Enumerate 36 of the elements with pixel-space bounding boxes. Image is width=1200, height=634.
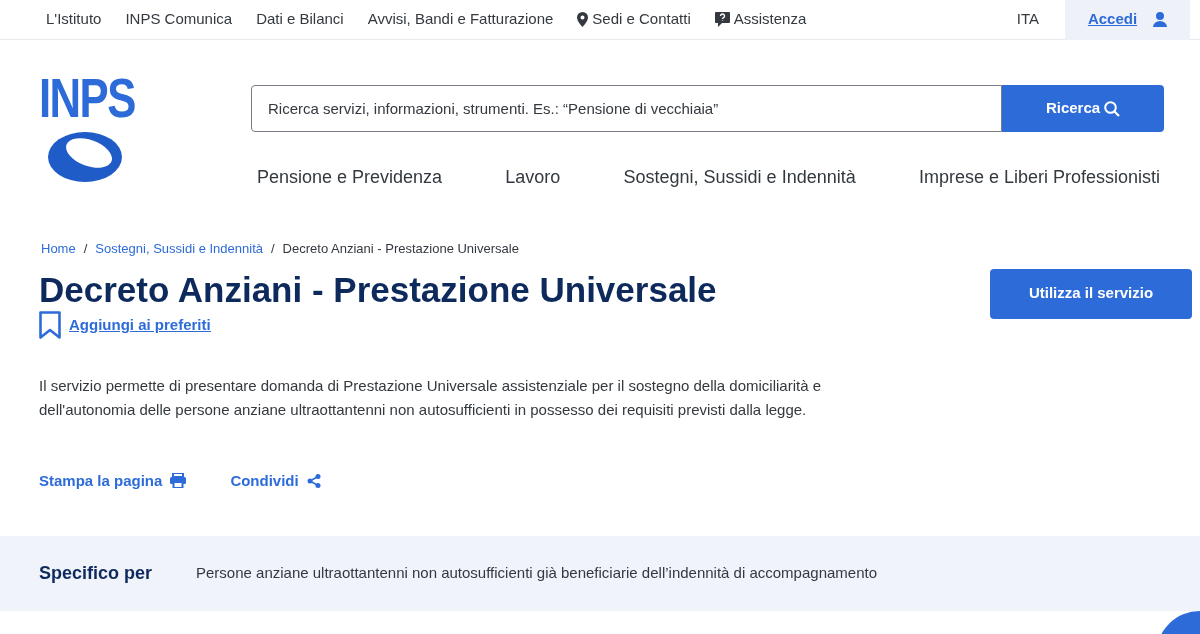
bookmark-icon [39, 310, 61, 340]
top-nav-link[interactable]: Sedi e Contatti [577, 8, 691, 31]
search-field[interactable]: Ricerca servizi, informazioni, strumenti. Es.: “Pensione di vecchiaia” [251, 85, 1002, 132]
location-pin-icon [577, 12, 589, 27]
main-nav-link[interactable]: Imprese e Liberi Professionisti [918, 164, 1160, 191]
top-nav-link[interactable]: INPS Comunica [125, 8, 233, 31]
breadcrumb-current: Decreto Anziani - Prestazione Universale [282, 240, 519, 258]
section-text: Persone anziane ultraottantenni non autosufficienti già beneficiarie dell’indennità di accompagnamento [196, 563, 878, 584]
breadcrumb-link[interactable]: Home [41, 239, 76, 259]
breadcrumb-separator: / [83, 240, 88, 258]
user-icon [1153, 12, 1168, 27]
printer-icon [170, 473, 187, 489]
use-service-button[interactable]: Utilizza il servizio [990, 268, 1192, 319]
top-nav-link[interactable]: Avvisi, Bandi e Fatturazione [367, 8, 554, 31]
action-link[interactable]: Condividi [230, 469, 321, 492]
language-selector[interactable]: ITA [1016, 8, 1039, 31]
top-nav-link[interactable]: Dati e Bilanci [256, 8, 344, 31]
login-link[interactable]: Accedi [1065, 0, 1190, 40]
description-text: Il servizio permette di presentare domanda di Prestazione Universale assistenziale per il sostegno della domiciliarità e dell'autonomia delle persone anziane ultraottantenni non autosufficienti in possesso dei requisiti previsti dalla legge. [39, 375, 823, 420]
breadcrumb-link[interactable]: Sostegni, Sussidi e Indennità [95, 239, 263, 259]
main-nav-link[interactable]: Lavoro [505, 164, 561, 191]
top-nav-link[interactable]: L'Istituto [46, 8, 102, 31]
search-icon [1104, 100, 1121, 117]
logo-ring-icon [45, 129, 125, 184]
section-label: Specifico per [39, 562, 154, 585]
logo-text: INPS [39, 70, 135, 126]
main-nav-link[interactable]: Sostegni, Sussidi e Indennità [623, 164, 856, 191]
breadcrumb-separator: / [271, 240, 275, 258]
top-nav-link[interactable]: Assistenza [714, 8, 807, 31]
page-title: Decreto Anziani - Prestazione Universale [39, 268, 717, 311]
share-icon [306, 473, 321, 488]
help-icon [714, 12, 730, 27]
favorites-link[interactable]: Aggiungi ai preferiti [39, 310, 717, 340]
search-button[interactable]: Ricerca [1002, 85, 1164, 132]
main-nav-link[interactable]: Pensione e Previdenza [257, 164, 443, 191]
action-link[interactable]: Stampa la pagina [39, 469, 187, 492]
